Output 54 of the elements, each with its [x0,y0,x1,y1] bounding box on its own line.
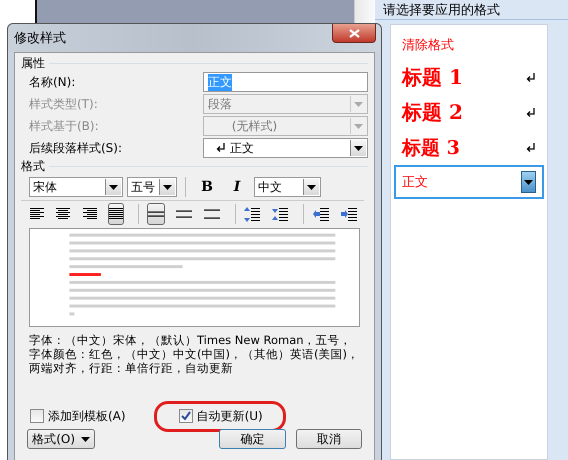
script-select[interactable]: 中文 [254,177,321,197]
align-right-icon [82,208,97,220]
line-spacing-button[interactable] [146,203,165,225]
style-item[interactable]: 标题 1 [394,60,544,95]
field-label: 样式类型(T): [29,96,99,112]
paragraph-mark-icon [526,72,536,82]
checkbox[interactable]: 自动更新(U) [178,408,263,424]
outdent-icon [312,206,329,222]
field-label: 名称(N): [29,74,76,90]
section-heading: 属性 [21,55,45,72]
indent-icon [340,206,357,222]
align-left-icon [30,208,44,220]
section-heading: 格式 [21,158,45,175]
close-icon [348,28,360,38]
checkmark-icon [180,411,191,421]
style-item[interactable]: 清除格式 [394,30,544,60]
align-center-icon [56,208,70,220]
paragraph-spacing-icon [272,206,288,222]
select-field[interactable]: 正文 [202,138,368,158]
dropdown-arrow-icon [524,180,533,184]
field-label: 后续段落样式(S): [29,140,124,156]
bold-button[interactable]: B [194,177,220,197]
size-select[interactable]: 五号 [127,177,177,197]
align-justify-icon [108,208,123,220]
dropdown-arrow-icon [307,184,316,190]
dropdown-arrow-icon [163,184,172,190]
dropdown-arrow-icon [354,146,363,150]
dropdown-button[interactable] [521,171,536,193]
dropdown-arrow-icon [81,436,90,442]
dropdown-arrow-icon [354,124,363,128]
cancel-button[interactable]: 取消 [296,429,362,449]
menu-button[interactable]: 格式(O) [27,429,96,449]
pane-heading: 请选择要应用的格式 [375,0,568,20]
line-spacing-icon [148,209,164,219]
field-label: 样式基于(B): [29,118,100,134]
style-item[interactable]: 正文 [394,165,544,199]
font-select[interactable]: 宋体 [29,177,123,197]
line-spacing-icon [176,209,192,219]
paragraph-mark-icon [526,108,536,118]
paragraph-mark-icon [216,143,226,153]
close-button[interactable] [332,24,376,43]
dialog-title: 修改样式 [14,30,66,47]
ok-button[interactable]: 确定 [219,429,286,449]
dropdown-arrow-icon [354,102,363,106]
line-spacing-icon [204,209,220,219]
style-description: 字体：（中文）宋体，（默认）Times New Roman，五号，字体颜色：红色，（中文）中文(中国)，（其他）英语(美国)，两端对齐，行距：单倍行距，自动更新 [29,333,360,377]
italic-button[interactable]: I [224,177,250,197]
paragraph-mark-icon [526,142,536,152]
style-item[interactable]: 标题 3 [394,130,544,165]
dropdown-arrow-icon [109,184,118,190]
style-item[interactable]: 标题 2 [394,95,544,130]
paragraph-spacing-icon [244,206,260,222]
align-button[interactable] [108,203,124,225]
checkbox[interactable]: 添加到模板(A) [30,408,126,424]
